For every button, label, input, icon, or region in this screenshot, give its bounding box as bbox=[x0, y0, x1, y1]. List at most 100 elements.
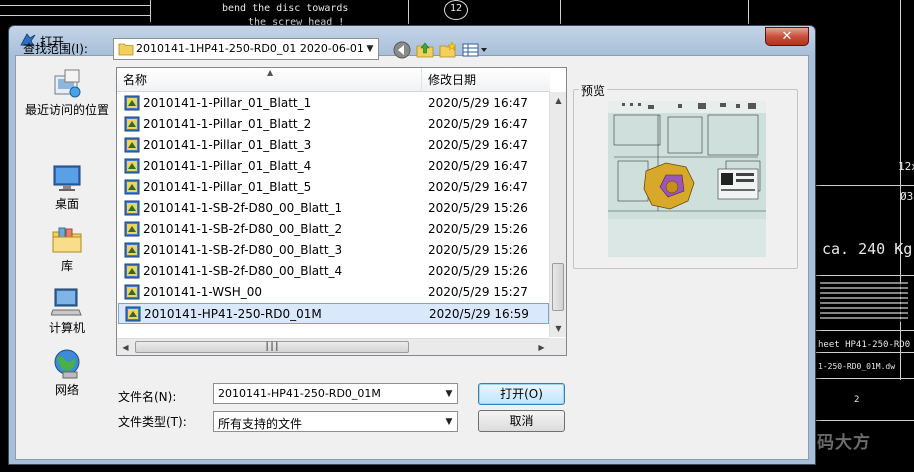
lookin-label: 查找范围(I): bbox=[23, 42, 88, 56]
vertical-scrollbar[interactable]: ▲ ▼ bbox=[549, 92, 566, 337]
desktop-icon bbox=[53, 165, 81, 191]
cad-line bbox=[150, 0, 151, 22]
cad-line bbox=[815, 275, 914, 276]
column-header-date-label: 修改日期 bbox=[428, 73, 477, 87]
folder-icon bbox=[118, 43, 134, 56]
lookin-dropdown[interactable]: 2010141-1HP41-250-RD0_01 2020-06-01 ▼ bbox=[113, 38, 379, 60]
file-date: 2020/5/29 16:47 bbox=[428, 96, 528, 110]
file-row[interactable]: 2010141-1-SB-2f-D80_00_Blatt_1 2020/5/29 … bbox=[118, 198, 549, 219]
file-row[interactable]: 2010141-1-Pillar_01_Blatt_5 2020/5/29 16:… bbox=[118, 177, 549, 198]
file-name: 2010141-1-SB-2f-D80_00_Blatt_2 bbox=[143, 222, 343, 236]
cad-line bbox=[815, 378, 914, 379]
libraries-icon bbox=[52, 227, 82, 253]
file-name: 2010141-1-SB-2f-D80_00_Blatt_3 bbox=[143, 243, 343, 257]
filetype-value: 所有支持的文件 bbox=[218, 417, 303, 431]
scroll-left-icon[interactable]: ◀ bbox=[117, 339, 134, 355]
filename-combobox[interactable]: 2010141-HP41-250-RD0_01M ▼ bbox=[213, 383, 458, 404]
file-row[interactable]: 2010141-HP41-250-RD0_01M 2020/5/29 16:59 bbox=[118, 303, 549, 324]
place-label: 最近访问的位置 bbox=[24, 103, 109, 117]
up-folder-icon[interactable] bbox=[415, 40, 435, 60]
file-name: 2010141-1-Pillar_01_Blatt_1 bbox=[143, 96, 312, 110]
file-name: 2010141-1-SB-2f-D80_00_Blatt_4 bbox=[143, 264, 343, 278]
file-name: 2010141-1-Pillar_01_Blatt_2 bbox=[143, 117, 312, 131]
file-name: 2010141-1-Pillar_01_Blatt_3 bbox=[143, 138, 312, 152]
cad-line bbox=[748, 0, 749, 24]
drawing-file-icon bbox=[125, 306, 141, 322]
cad-title-block bbox=[820, 282, 908, 322]
file-name: 2010141-HP41-250-RD0_01M bbox=[144, 307, 322, 321]
chevron-down-icon[interactable]: ▼ bbox=[443, 387, 455, 401]
chevron-down-icon[interactable]: ▼ bbox=[443, 415, 455, 429]
filename-value: 2010141-HP41-250-RD0_01M bbox=[218, 387, 381, 400]
file-name: 2010141-1-Pillar_01_Blatt_4 bbox=[143, 159, 312, 173]
cad-balloon-number: 12 bbox=[450, 3, 463, 14]
preview-label: 预览 bbox=[579, 82, 608, 99]
cad-line bbox=[815, 352, 914, 353]
cad-number: 2 bbox=[854, 395, 860, 405]
file-date: 2020/5/29 15:26 bbox=[428, 201, 528, 215]
close-button[interactable]: ✕ bbox=[765, 27, 809, 46]
filetype-select[interactable]: 所有支持的文件 ▼ bbox=[213, 411, 458, 432]
place-label: 网络 bbox=[54, 383, 79, 397]
recent-places-icon bbox=[54, 69, 81, 98]
file-row[interactable]: 2010141-1-SB-2f-D80_00_Blatt_2 2020/5/29 … bbox=[118, 219, 549, 240]
scroll-corner bbox=[549, 338, 566, 355]
column-header-name-label: 名称 bbox=[123, 73, 148, 87]
cancel-button[interactable]: 取消 bbox=[478, 410, 565, 432]
filetype-label: 文件类型(T): bbox=[118, 415, 187, 429]
file-list[interactable]: ▲ 名称 修改日期 2010141-1-Pillar_01_Blatt_1 202… bbox=[116, 67, 567, 356]
drawing-file-icon bbox=[124, 263, 140, 279]
place-network[interactable]: 网络 bbox=[20, 346, 114, 406]
file-row[interactable]: 2010141-1-Pillar_01_Blatt_1 2020/5/29 16:… bbox=[118, 93, 549, 114]
drawing-file-icon bbox=[124, 116, 140, 132]
drawing-file-icon bbox=[124, 200, 140, 216]
file-name: 2010141-1-WSH_00 bbox=[143, 285, 263, 299]
file-name: 2010141-1-Pillar_01_Blatt_5 bbox=[143, 180, 312, 194]
column-header-name[interactable]: ▲ 名称 bbox=[117, 68, 422, 92]
computer-icon bbox=[51, 288, 82, 316]
horizontal-scrollbar[interactable]: ◀ ┃┃┃ ▶ bbox=[117, 338, 550, 355]
cad-sheet-title: heet HP41-250-RD0 bbox=[818, 340, 911, 350]
file-date: 2020/5/29 16:47 bbox=[428, 117, 528, 131]
place-computer[interactable]: 计算机 bbox=[20, 284, 114, 344]
file-row[interactable]: 2010141-1-SB-2f-D80_00_Blatt_4 2020/5/29 … bbox=[118, 261, 549, 282]
vertical-scroll-thumb[interactable] bbox=[552, 263, 564, 311]
file-date: 2020/5/29 15:26 bbox=[428, 264, 528, 278]
scroll-right-icon[interactable]: ▶ bbox=[533, 339, 550, 355]
scroll-down-icon[interactable]: ▼ bbox=[550, 320, 566, 337]
cad-line bbox=[560, 0, 561, 24]
file-date: 2020/5/29 16:47 bbox=[428, 138, 528, 152]
cad-file-name: 1-250-RD0_01M.dw bbox=[818, 362, 896, 371]
drawing-file-icon bbox=[124, 221, 140, 237]
file-row[interactable]: 2010141-1-Pillar_01_Blatt_2 2020/5/29 16:… bbox=[118, 114, 549, 135]
cad-note: bend the disc towards bbox=[222, 3, 349, 14]
open-button[interactable]: 打开(O) bbox=[478, 383, 565, 405]
place-desktop[interactable]: 桌面 bbox=[20, 160, 114, 220]
place-libraries[interactable]: 库 bbox=[20, 222, 114, 282]
cad-dimension: 12x bbox=[898, 160, 914, 173]
file-date: 2020/5/29 16:47 bbox=[428, 180, 528, 194]
file-row[interactable]: 2010141-1-WSH_00 2020/5/29 15:27 bbox=[118, 282, 549, 303]
cad-dimension: Ø3 bbox=[900, 190, 914, 203]
file-row[interactable]: 2010141-1-Pillar_01_Blatt_4 2020/5/29 16:… bbox=[118, 156, 549, 177]
column-header-date[interactable]: 修改日期 bbox=[422, 68, 550, 92]
file-row[interactable]: 2010141-1-SB-2f-D80_00_Blatt_3 2020/5/29 … bbox=[118, 240, 549, 261]
cad-weight: ca. 240 Kg bbox=[822, 240, 913, 258]
lookin-value: 2010141-1HP41-250-RD0_01 2020-06-01 bbox=[136, 42, 364, 55]
file-date: 2020/5/29 16:47 bbox=[428, 159, 528, 173]
file-row[interactable]: 2010141-1-Pillar_01_Blatt_3 2020/5/29 16:… bbox=[118, 135, 549, 156]
horizontal-scroll-thumb[interactable]: ┃┃┃ bbox=[135, 341, 409, 353]
drawing-preview-image bbox=[608, 101, 766, 257]
file-date: 2020/5/29 15:27 bbox=[428, 285, 528, 299]
drawing-file-icon bbox=[124, 158, 140, 174]
view-menu-icon[interactable] bbox=[461, 40, 489, 60]
place-recent[interactable]: 最近访问的位置 bbox=[20, 66, 114, 126]
file-date: 2020/5/29 15:26 bbox=[428, 222, 528, 236]
drawing-preview-thumbnail bbox=[608, 101, 766, 257]
scroll-up-icon[interactable]: ▲ bbox=[550, 92, 566, 109]
back-icon[interactable] bbox=[392, 40, 412, 60]
new-folder-icon[interactable] bbox=[438, 40, 458, 60]
places-bar: 最近访问的位置 桌面 库 计算机 网络 bbox=[20, 66, 114, 397]
drawing-file-icon bbox=[124, 95, 140, 111]
cad-line bbox=[815, 330, 914, 331]
